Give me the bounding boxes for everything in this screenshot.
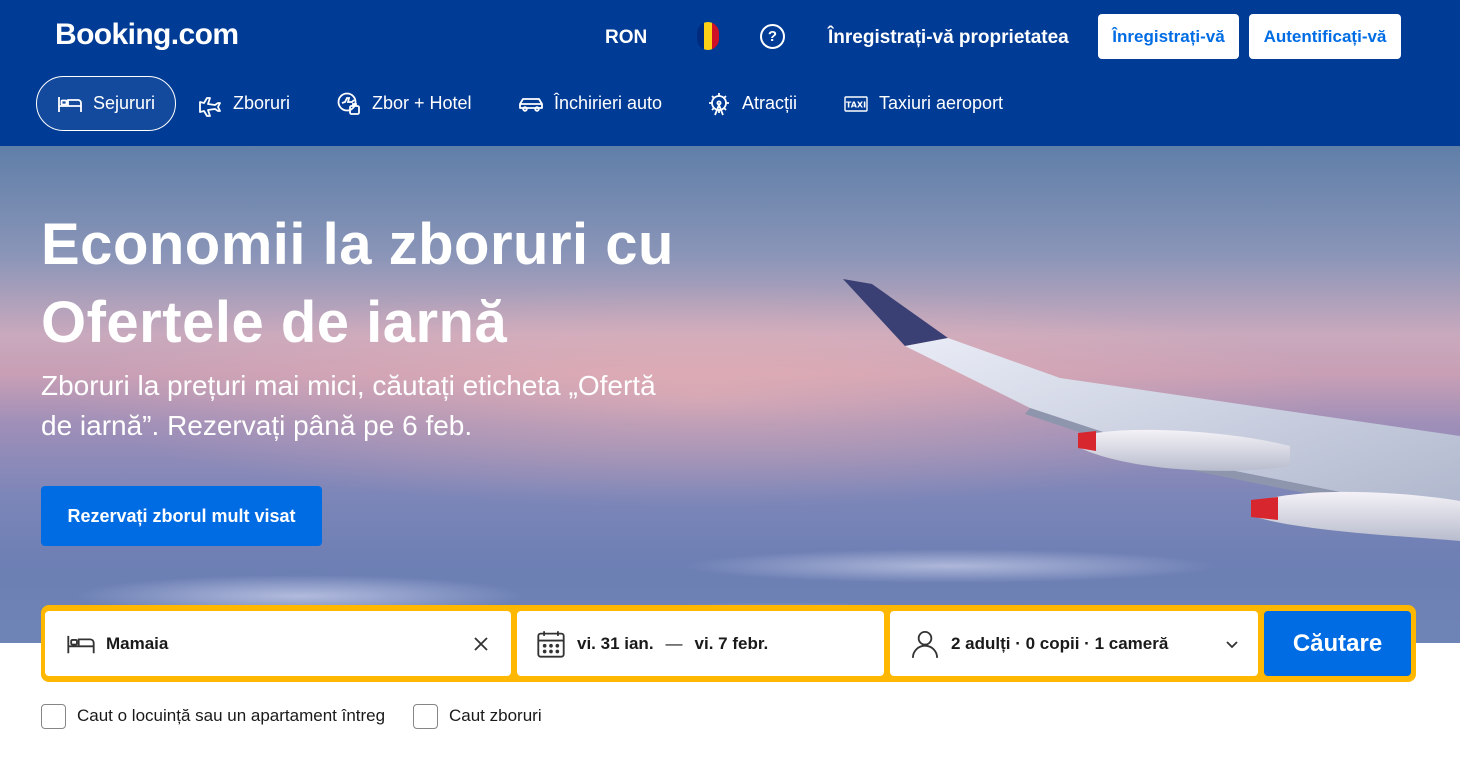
bed-icon <box>58 96 82 112</box>
car-icon <box>519 97 543 112</box>
hero-subtitle-line: Zboruri la prețuri mai mici, căutați eti… <box>41 370 656 401</box>
tab-label: Închirieri auto <box>554 93 663 113</box>
hero-subtitle: Zboruri la prețuri mai mici, căutați eti… <box>41 366 801 446</box>
calendar-icon <box>537 630 565 658</box>
taxi-icon: TAXI <box>844 95 868 112</box>
person-icon <box>911 630 939 658</box>
plane-icon <box>199 96 221 117</box>
whole-place-option[interactable]: Caut o locuință sau un apartament întreg <box>41 703 385 729</box>
currency-selector[interactable]: RON <box>605 26 647 50</box>
top-header: Booking.com RON ? Înregistrați-vă propri… <box>0 0 1460 146</box>
svg-text:TAXI: TAXI <box>846 100 866 109</box>
whole-place-label[interactable]: Caut o locuință sau un apartament întreg <box>77 706 385 726</box>
tab-label: Taxiuri aeroport <box>879 93 1004 113</box>
clear-icon[interactable] <box>473 636 489 652</box>
search-bar: Mamaia vi. 31 ian. — vi. 7 febr. 2 adulț… <box>41 605 1416 682</box>
tab-label: Atracții <box>742 93 798 113</box>
flights-label[interactable]: Caut zboruri <box>449 706 542 726</box>
guests-field[interactable]: 2 adulți · 0 copii · 1 cameră <box>890 611 1258 676</box>
romania-flag-icon[interactable] <box>697 22 719 50</box>
check-in-date[interactable]: vi. 31 ian. <box>577 634 654 654</box>
whole-place-checkbox[interactable] <box>41 703 66 729</box>
destination-field[interactable]: Mamaia <box>45 611 511 676</box>
date-separator: — <box>665 633 683 653</box>
tab-stays[interactable]: Sejururi <box>36 76 177 131</box>
chevron-down-icon[interactable] <box>1224 636 1240 652</box>
tab-attractions[interactable]: Atracții <box>706 76 797 131</box>
tab-airport-taxis[interactable]: TAXI Taxiuri aeroport <box>843 76 1003 131</box>
check-out-date[interactable]: vi. 7 febr. <box>695 634 769 654</box>
flight-hotel-icon <box>337 92 360 115</box>
flights-option[interactable]: Caut zboruri <box>413 703 542 729</box>
attractions-icon <box>709 92 729 115</box>
help-icon[interactable]: ? <box>760 24 785 49</box>
guests-summary[interactable]: 2 adulți · 0 copii · 1 cameră <box>951 634 1168 654</box>
hero-banner: Economii la zboruri cu Ofertele de iarnă… <box>0 146 1460 643</box>
tab-flight-hotel[interactable]: Zbor + Hotel <box>336 76 472 131</box>
tab-label: Zbor + Hotel <box>372 93 472 113</box>
date-field[interactable]: vi. 31 ian. — vi. 7 febr. <box>517 611 884 676</box>
destination-input[interactable]: Mamaia <box>106 634 168 654</box>
tab-label: Sejururi <box>93 93 156 113</box>
list-property-link[interactable]: Înregistrați-vă proprietatea <box>828 26 1069 50</box>
tab-flights[interactable]: Zboruri <box>197 76 290 131</box>
hero-title-line: Economii la zboruri cu <box>41 212 674 277</box>
tab-car-rental[interactable]: Închirieri auto <box>518 76 662 131</box>
booking-logo[interactable]: Booking.com <box>55 17 239 53</box>
bed-icon <box>67 635 95 653</box>
flights-checkbox[interactable] <box>413 703 438 729</box>
sign-in-button[interactable]: Autentificați-vă <box>1249 14 1401 59</box>
hero-title: Economii la zboruri cu Ofertele de iarnă <box>41 206 801 362</box>
search-button[interactable]: Căutare <box>1264 611 1411 676</box>
register-button[interactable]: Înregistrați-vă <box>1098 14 1239 59</box>
tab-label: Zboruri <box>233 93 291 113</box>
hero-subtitle-line: de iarnă”. Rezervați până pe 6 feb. <box>41 410 473 441</box>
book-flight-button[interactable]: Rezervați zborul mult visat <box>41 486 322 546</box>
hero-title-line: Ofertele de iarnă <box>41 290 508 355</box>
